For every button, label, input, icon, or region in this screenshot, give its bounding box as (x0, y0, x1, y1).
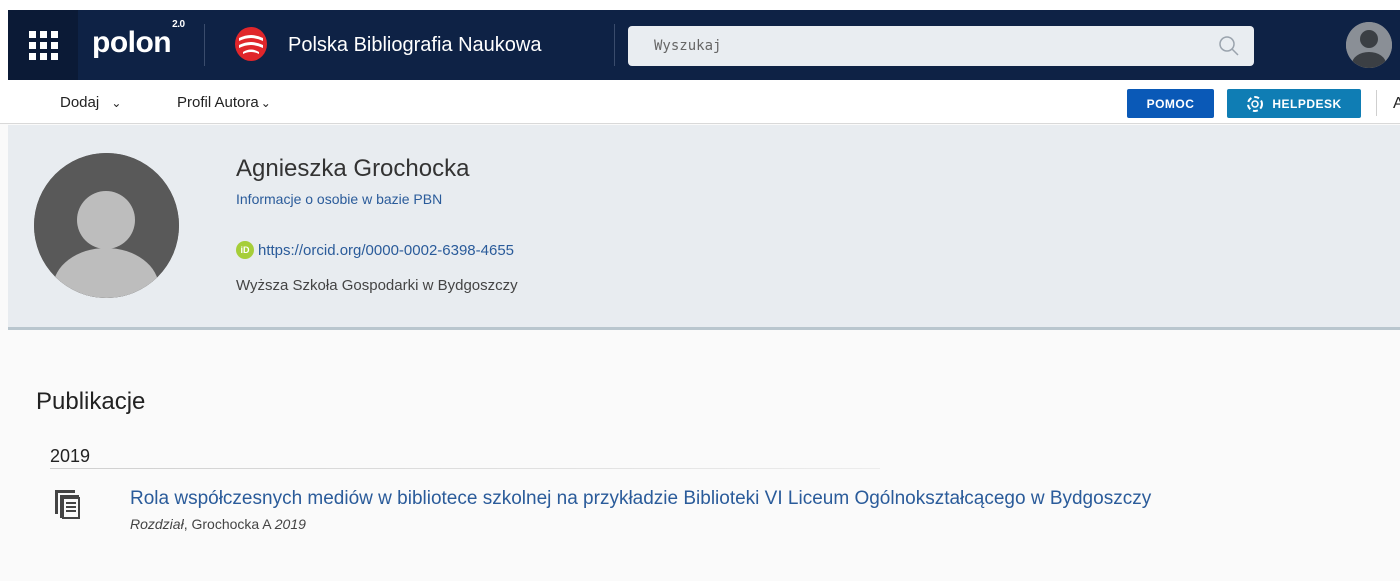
helpdesk-button[interactable]: HELPDESK (1227, 89, 1361, 118)
pomoc-label: POMOC (1146, 96, 1195, 111)
user-avatar[interactable] (1346, 22, 1392, 68)
divider (614, 24, 615, 66)
profile-section: Agnieszka Grochocka Informacje o osobie … (8, 125, 1400, 330)
author-name: Agnieszka Grochocka (236, 155, 470, 182)
user-avatar-icon (34, 153, 179, 298)
orcid-row: iD https://orcid.org/0000-0002-6398-4655 (236, 241, 514, 259)
user-avatar-icon (1346, 22, 1392, 68)
chevron-down-icon: ⌄ (111, 96, 122, 110)
pomoc-button[interactable]: POMOC (1127, 89, 1214, 118)
divider (1376, 90, 1377, 116)
menu-profil-autora[interactable]: Profil Autora ⌄ (177, 94, 271, 111)
helpdesk-icon (1247, 95, 1264, 112)
year-heading: 2019 (50, 446, 91, 466)
helpdesk-label: HELPDESK (1272, 96, 1342, 111)
polon-logo[interactable]: polon2.0 (92, 19, 185, 60)
affiliation: Wyższa Szkoła Gospodarki w Bydgoszczy (236, 277, 518, 294)
divider (50, 468, 880, 469)
apps-grid-icon (28, 30, 58, 60)
publication-type: Rozdział (130, 516, 184, 532)
header: polon2.0 Polska Bibliografia Naukowa (8, 10, 1400, 80)
author-avatar (34, 153, 179, 298)
search-input[interactable] (628, 26, 1254, 66)
publication-author: , Grochocka A (183, 516, 275, 532)
menu-dodaj-label: Dodaj (60, 94, 100, 111)
app-name[interactable]: Polska Bibliografia Naukowa (288, 34, 541, 57)
publications-heading: Publikacje (36, 388, 146, 415)
document-icon (55, 490, 80, 519)
search-icon[interactable] (1218, 35, 1240, 57)
orcid-icon: iD (236, 241, 254, 259)
search-box (628, 26, 1254, 66)
orcid-link[interactable]: https://orcid.org/0000-0002-6398-4655 (258, 242, 514, 259)
publication-title-link[interactable]: Rola współczesnych mediów w bibliotece s… (130, 488, 1151, 510)
logo-text: polon (92, 26, 172, 59)
menu-bar: Dodaj ⌄ Profil Autora ⌄ POMOC HELPDESK A (0, 80, 1400, 124)
info-link[interactable]: Informacje o osobie w bazie PBN (236, 191, 442, 207)
menu-dodaj[interactable]: Dodaj ⌄ (60, 94, 121, 111)
divider (204, 24, 205, 66)
chevron-down-icon: ⌄ (260, 96, 271, 110)
apps-menu-button[interactable] (8, 10, 78, 80)
pbn-logo-icon (235, 27, 267, 61)
language-switch[interactable]: A (1393, 95, 1400, 113)
publication-meta: Rozdział, Grochocka A 2019 (130, 516, 306, 532)
logo-version: 2.0 (172, 19, 185, 30)
publication-year: 2019 (274, 516, 306, 532)
menu-profil-label: Profil Autora (177, 94, 259, 111)
top-bar: polon2.0 Polska Bibliografia Naukowa (0, 0, 1400, 80)
